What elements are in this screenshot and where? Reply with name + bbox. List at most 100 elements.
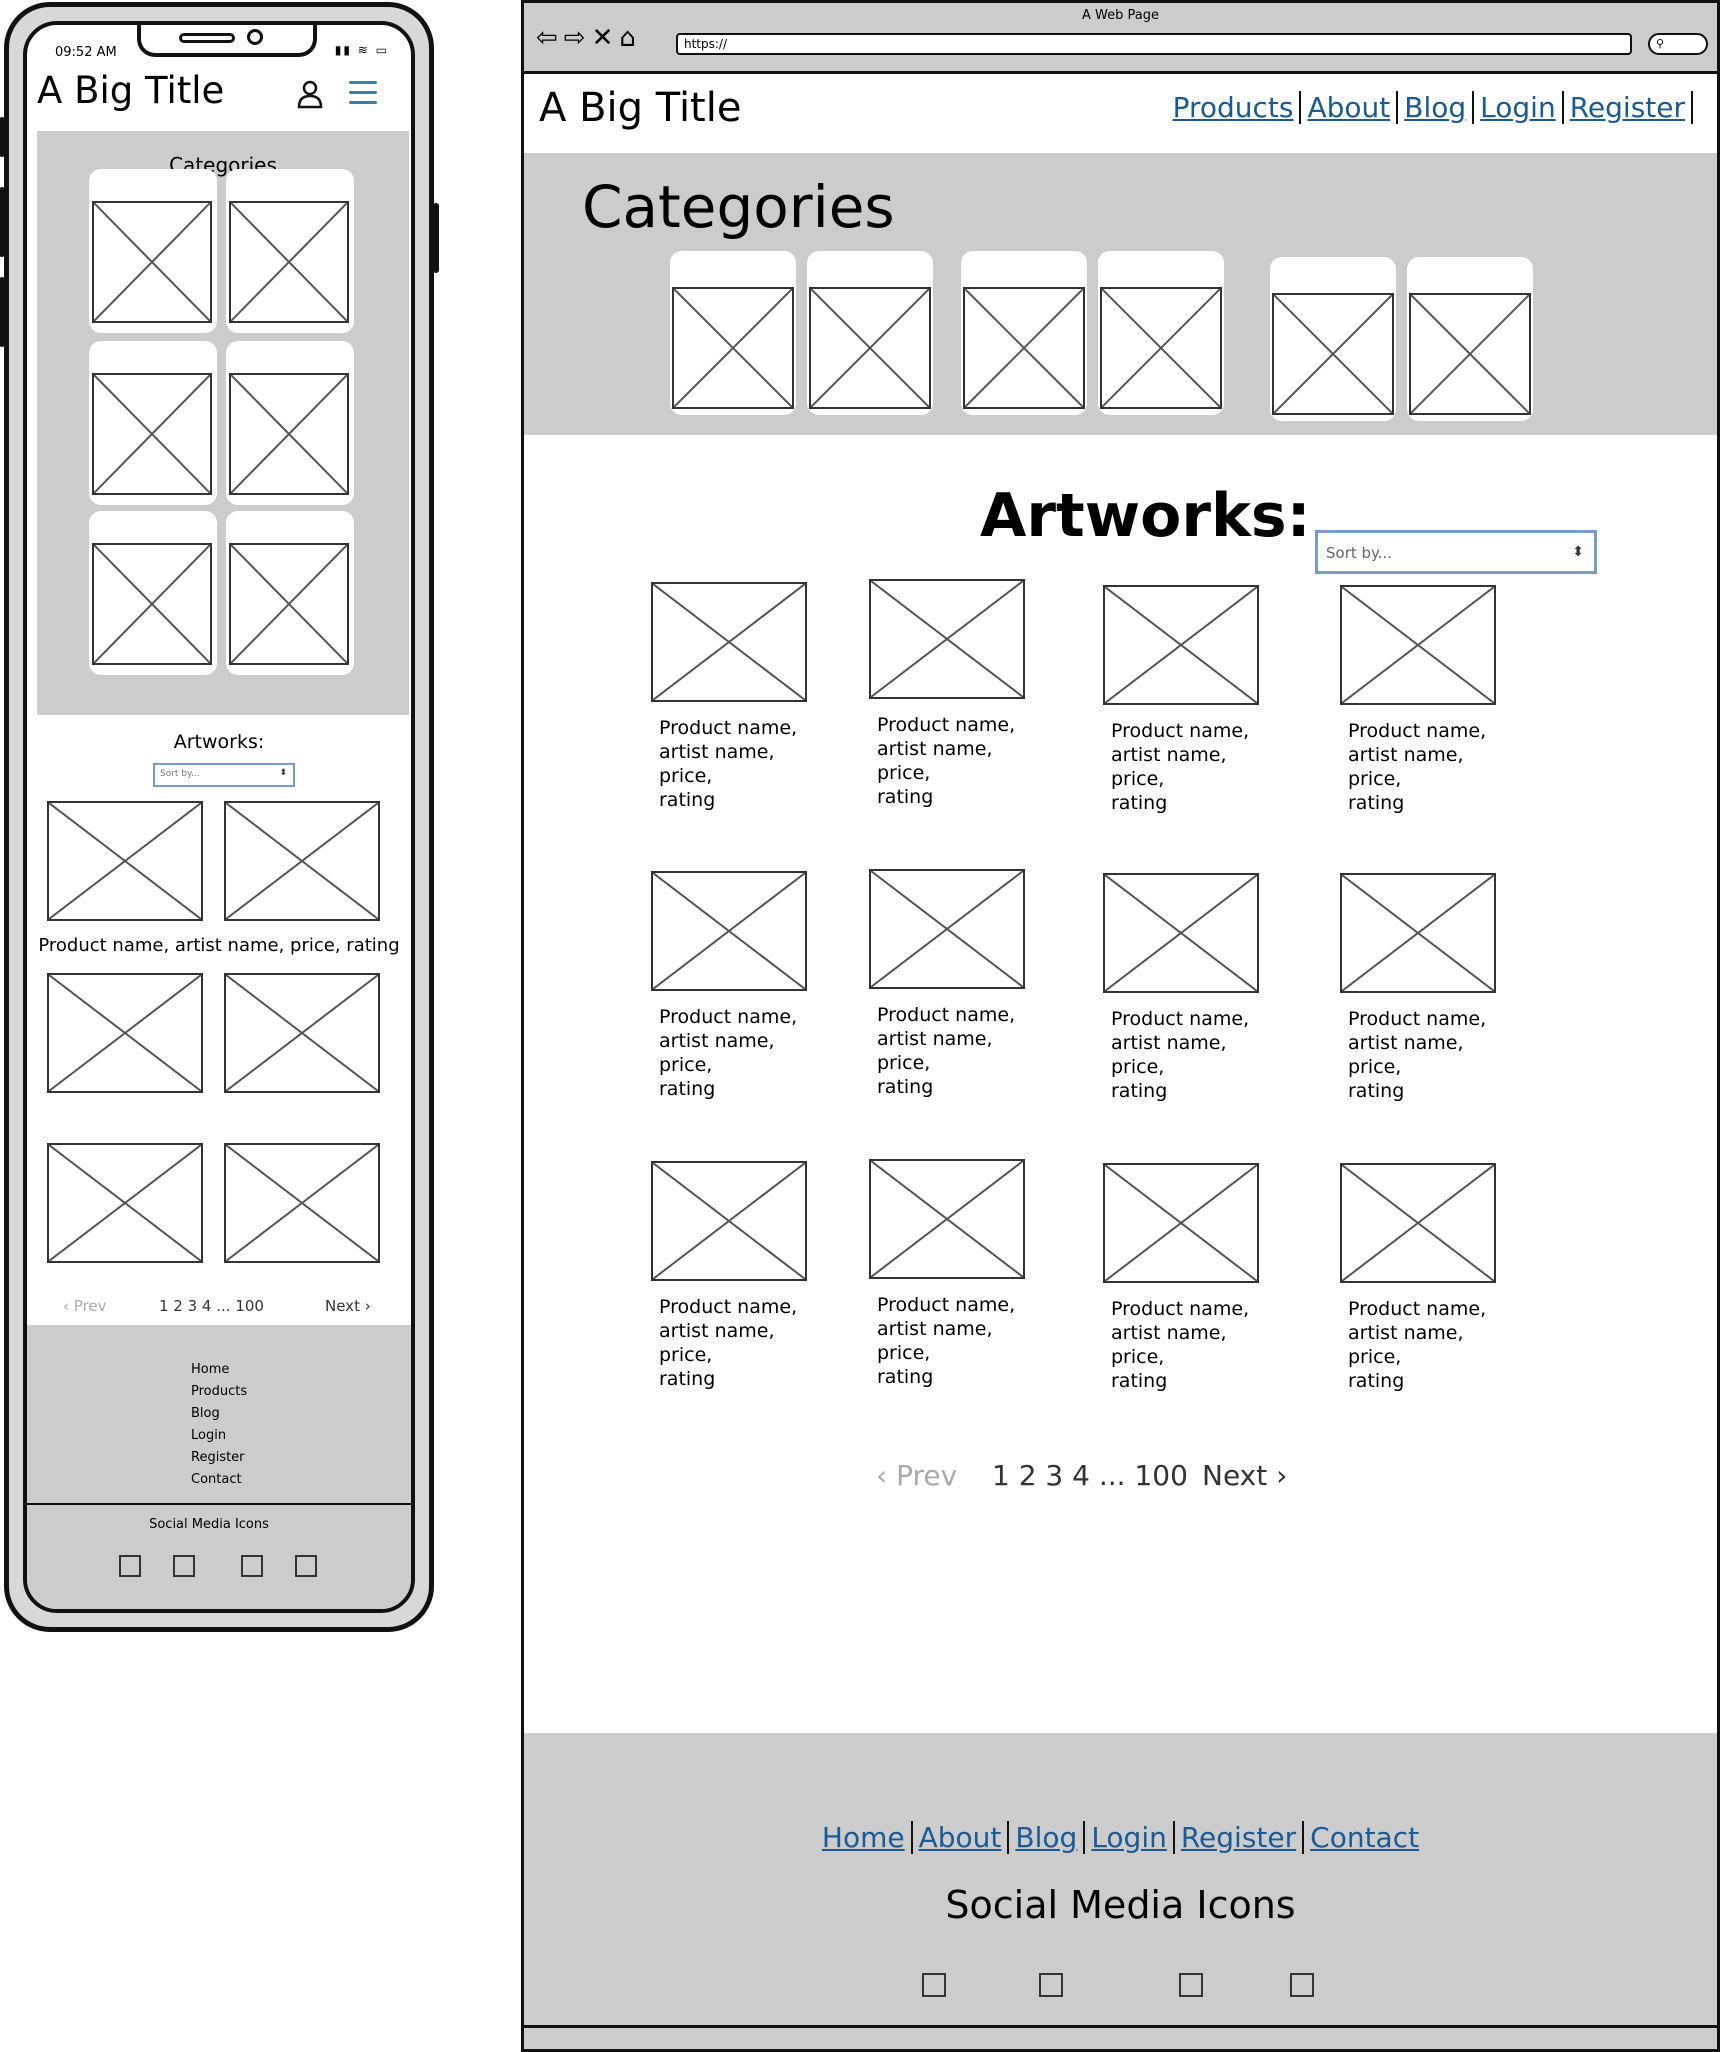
product-caption-line: Product name,	[659, 717, 798, 739]
social-icon[interactable]	[1179, 1973, 1203, 1997]
footer-link-blog[interactable]: Blog	[1007, 1821, 1084, 1854]
category-card[interactable]	[89, 511, 217, 675]
footer-link-contact[interactable]: Contact	[1302, 1821, 1426, 1854]
footer-link-products[interactable]: Products	[191, 1381, 247, 1403]
category-card[interactable]	[670, 251, 796, 415]
product-image[interactable]	[1103, 585, 1259, 705]
product-caption-line: artist name,	[1348, 1032, 1464, 1054]
category-card[interactable]	[961, 251, 1087, 415]
category-image[interactable]	[1272, 293, 1394, 415]
home-icon[interactable]: ⌂	[619, 23, 642, 53]
footer-link-blog[interactable]: Blog	[191, 1403, 247, 1425]
product-image[interactable]	[47, 1143, 203, 1263]
wifi-icon: ≋	[357, 43, 370, 57]
product-caption-line: rating	[659, 1368, 716, 1390]
footer-link-register[interactable]: Register	[191, 1447, 247, 1469]
stop-icon[interactable]: ✕	[592, 23, 620, 53]
user-icon[interactable]	[297, 79, 323, 109]
category-card[interactable]	[807, 251, 933, 415]
battery-icon: ▭	[375, 43, 389, 57]
product-caption-line: Product name,	[1348, 1008, 1487, 1030]
product-image[interactable]	[1340, 873, 1496, 993]
nav-link-register[interactable]: Register	[1563, 91, 1693, 124]
page-numbers[interactable]: 1 2 3 4 ... 100	[992, 1459, 1188, 1492]
category-image[interactable]	[92, 543, 212, 665]
product-caption-line: Product name,	[1111, 720, 1250, 742]
category-image[interactable]	[229, 373, 349, 495]
category-card[interactable]	[1270, 257, 1396, 421]
social-icon[interactable]	[922, 1973, 946, 1997]
category-card[interactable]	[226, 341, 354, 505]
page-title: A Big Title	[539, 85, 742, 131]
category-card[interactable]	[1407, 257, 1533, 421]
url-bar[interactable]: https://	[676, 33, 1632, 55]
product-image[interactable]	[224, 1143, 380, 1263]
category-image[interactable]	[229, 201, 349, 323]
product-image[interactable]	[1340, 585, 1496, 705]
product-caption: Product name, artist name, price, rating	[38, 935, 400, 956]
back-icon[interactable]: ⇦	[536, 23, 564, 53]
footer-link-home[interactable]: Home	[191, 1359, 247, 1381]
social-icon[interactable]	[1290, 1973, 1314, 1997]
nav-link-products[interactable]: Products	[1166, 91, 1302, 124]
hamburger-icon[interactable]	[349, 81, 377, 107]
footer-link-home[interactable]: Home	[816, 1821, 911, 1854]
product-image[interactable]	[1340, 1163, 1496, 1283]
product-image[interactable]	[651, 1161, 807, 1281]
page-numbers[interactable]: 1 2 3 4 ... 100	[159, 1297, 264, 1315]
product-image[interactable]	[1103, 873, 1259, 993]
product-caption-line: rating	[1348, 1080, 1405, 1102]
social-icon[interactable]	[295, 1555, 317, 1577]
next-page-button[interactable]: Next ›	[1202, 1459, 1287, 1492]
prev-page-button[interactable]: ‹ Prev	[63, 1297, 107, 1315]
category-image[interactable]	[809, 287, 931, 409]
sort-select[interactable]: Sort by... ⬍	[1315, 530, 1597, 574]
category-image[interactable]	[229, 543, 349, 665]
product-image[interactable]	[224, 973, 380, 1093]
nav-link-blog[interactable]: Blog	[1398, 91, 1475, 124]
social-icon[interactable]	[241, 1555, 263, 1577]
product-image[interactable]	[47, 801, 203, 921]
footer-link-about[interactable]: About	[910, 1821, 1008, 1854]
search-icon[interactable]: ⚲	[1648, 33, 1708, 55]
product-caption-line: price,	[659, 1054, 713, 1076]
category-card[interactable]	[89, 341, 217, 505]
product-caption-line: Product name,	[877, 714, 1016, 736]
product-image[interactable]	[1103, 1163, 1259, 1283]
product-image[interactable]	[651, 871, 807, 991]
category-image[interactable]	[92, 373, 212, 495]
category-image[interactable]	[92, 201, 212, 323]
browser-window: A Web Page ⇦⇨✕⌂ https:// ⚲ A Big Title P…	[521, 0, 1720, 2052]
social-icon[interactable]	[173, 1555, 195, 1577]
footer-link-contact[interactable]: Contact	[191, 1469, 247, 1491]
category-card[interactable]	[1098, 251, 1224, 415]
footer-link-register[interactable]: Register	[1172, 1821, 1303, 1854]
category-card[interactable]	[226, 169, 354, 333]
social-icon[interactable]	[119, 1555, 141, 1577]
prev-page-button[interactable]: ‹ Prev	[876, 1459, 957, 1492]
footer-link-login[interactable]: Login	[1083, 1821, 1173, 1854]
product-caption-line: price,	[1348, 1346, 1402, 1368]
product-image[interactable]	[869, 1159, 1025, 1279]
sort-select[interactable]: Sort by... ⬍	[153, 763, 295, 787]
category-card[interactable]	[226, 511, 354, 675]
footer-links: Home About Blog Login Register Contact	[524, 1821, 1717, 1854]
category-card[interactable]	[89, 169, 217, 333]
category-image[interactable]	[1100, 287, 1222, 409]
product-image[interactable]	[224, 801, 380, 921]
product-caption-line: Product name,	[877, 1004, 1016, 1026]
product-image[interactable]	[47, 973, 203, 1093]
footer-link-login[interactable]: Login	[191, 1425, 247, 1447]
product-image[interactable]	[651, 582, 807, 702]
category-image[interactable]	[672, 287, 794, 409]
social-icon[interactable]	[1039, 1973, 1063, 1997]
product-image[interactable]	[869, 579, 1025, 699]
category-image[interactable]	[963, 287, 1085, 409]
category-image[interactable]	[1409, 293, 1531, 415]
nav-link-about[interactable]: About	[1301, 91, 1399, 124]
next-page-button[interactable]: Next ›	[325, 1297, 371, 1315]
product-caption-line: artist name,	[659, 1320, 775, 1342]
nav-link-login[interactable]: Login	[1474, 91, 1564, 124]
forward-icon[interactable]: ⇨	[564, 23, 592, 53]
product-image[interactable]	[869, 869, 1025, 989]
